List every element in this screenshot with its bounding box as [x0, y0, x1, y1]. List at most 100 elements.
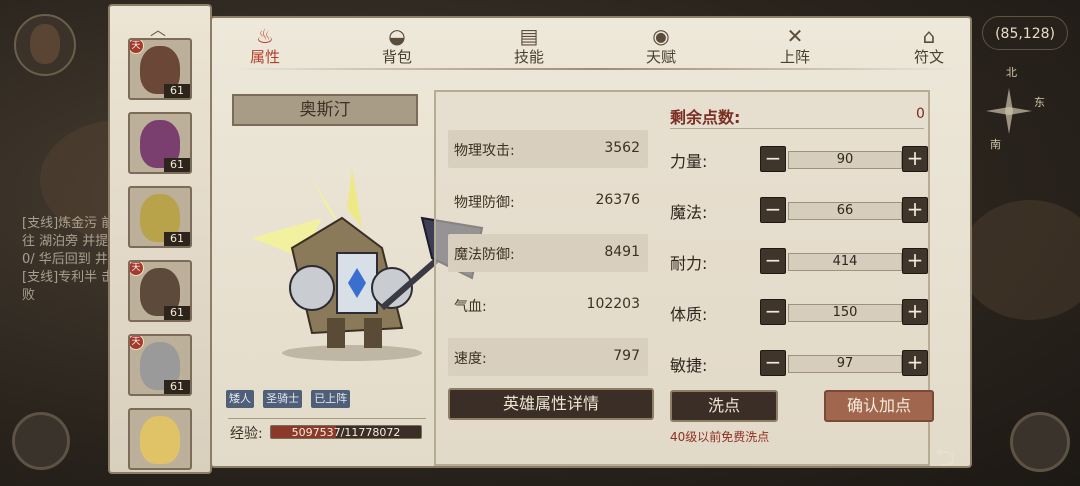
- divider: [670, 128, 924, 129]
- attribute-row: 力量: −90 +: [670, 144, 928, 174]
- hero-card[interactable]: 天 61: [128, 38, 192, 100]
- plus-button[interactable]: +: [902, 350, 928, 376]
- attribute-value: 66: [788, 202, 902, 220]
- attribute-row: 耐力: −414 +: [670, 246, 928, 276]
- hero-list: ︿ ﹀ 天616161天61天61: [108, 4, 212, 479]
- reset-points-button[interactable]: 洗点: [670, 390, 778, 422]
- stat-value: 797: [613, 348, 640, 364]
- home-button[interactable]: [1010, 412, 1070, 472]
- game-screen: [支线]炼金污 前往 湖泊旁 并提取0/ 华后回到 井 [支线]专利半 击败 (…: [0, 0, 1080, 486]
- scroll-up-icon[interactable]: ︿: [150, 16, 166, 40]
- hero-level: 61: [164, 158, 190, 172]
- stat-name: 气血:: [454, 299, 487, 315]
- remaining-points-label: 剩余点数:: [670, 108, 741, 127]
- stats-panel: 物理攻击: 3562 物理防御: 26376 魔法防御: 8491 气血: 102203 速度:…: [434, 90, 934, 466]
- minus-button[interactable]: −: [760, 197, 786, 223]
- tab-2[interactable]: ◒ 背包: [362, 22, 432, 72]
- stat-value: 26376: [595, 192, 640, 208]
- stat-name: 魔法防御:: [454, 247, 515, 263]
- hero-badge: 天: [130, 262, 144, 276]
- plus-button[interactable]: +: [902, 146, 928, 172]
- tab-bar: ♨ 属性 ◒ 背包 ▤ 技能 ◉ 天赋 ✕ 上阵 ⌂ 符文: [230, 22, 950, 72]
- map-button[interactable]: [12, 412, 70, 470]
- stat-row: 气血: 102203: [448, 286, 648, 324]
- flame-icon: ♨: [256, 24, 274, 48]
- tab-label: 符文: [913, 48, 944, 66]
- rune-icon: ⌂: [922, 24, 936, 48]
- attribute-value: 97: [788, 355, 902, 373]
- stat-row: 物理防御: 26376: [448, 182, 648, 220]
- stat-name: 物理攻击:: [454, 143, 515, 159]
- plus-button[interactable]: +: [902, 197, 928, 223]
- attribute-row: 敏捷: −97 +: [670, 348, 928, 378]
- tag-race: 矮人: [226, 390, 254, 408]
- tab-label: 属性: [249, 48, 280, 66]
- minus-button[interactable]: −: [760, 350, 786, 376]
- attribute-name: 耐力:: [670, 254, 708, 273]
- swords-icon: ✕: [786, 24, 804, 48]
- exp-row: 经验: 5097537/11778072: [228, 418, 426, 442]
- stat-value: 102203: [586, 296, 640, 312]
- minus-button[interactable]: −: [760, 299, 786, 325]
- hero-face: [140, 416, 180, 464]
- compass: 北 东 南: [972, 66, 1052, 170]
- minus-button[interactable]: −: [760, 248, 786, 274]
- stat-row: 速度: 797: [448, 338, 648, 376]
- hero-level: 61: [164, 306, 190, 320]
- plus-button[interactable]: +: [902, 299, 928, 325]
- stat-value: 3562: [604, 140, 640, 156]
- hero-card[interactable]: 天 61: [128, 260, 192, 322]
- hero-level: 61: [164, 380, 190, 394]
- coordinate-readout: (85,128): [982, 16, 1068, 50]
- hero-card[interactable]: [128, 408, 192, 470]
- book-icon: ▤: [519, 24, 539, 48]
- exp-label: 经验:: [230, 426, 263, 442]
- stat-row: 物理攻击: 3562: [448, 130, 648, 168]
- hero-tags: 矮人 圣骑士 已上阵: [226, 387, 354, 408]
- plus-button[interactable]: +: [902, 248, 928, 274]
- stat-row: 魔法防御: 8491: [448, 234, 648, 272]
- compass-north: 北: [1006, 66, 1017, 79]
- tab-label: 技能: [513, 48, 544, 66]
- remaining-points-value: 0: [916, 106, 925, 122]
- minus-button[interactable]: −: [760, 146, 786, 172]
- hero-card[interactable]: 61: [128, 186, 192, 248]
- attribute-name: 敏捷:: [670, 356, 708, 375]
- hero-level: 61: [164, 84, 190, 98]
- hero-detail-button[interactable]: 英雄属性详情: [448, 388, 654, 420]
- compass-east: 东: [1034, 96, 1045, 109]
- tab-3[interactable]: ▤ 技能: [494, 22, 564, 72]
- attribute-value: 150: [788, 304, 902, 322]
- attribute-name: 体质:: [670, 305, 708, 324]
- tab-5[interactable]: ✕ 上阵: [760, 22, 830, 72]
- attribute-row: 体质: −150 +: [670, 297, 928, 327]
- hero-panel: ♨ 属性 ◒ 背包 ▤ 技能 ◉ 天赋 ✕ 上阵 ⌂ 符文 奥斯汀 矮人 圣骑士 已上阵: [210, 16, 972, 468]
- tab-label: 天赋: [645, 48, 676, 66]
- stat-name: 速度:: [454, 351, 487, 367]
- confirm-points-button[interactable]: 确认加点: [824, 390, 934, 422]
- tab-label: 上阵: [779, 48, 810, 66]
- player-avatar[interactable]: [14, 14, 76, 76]
- hero-badge: 天: [130, 336, 144, 350]
- hero-name: 奥斯汀: [232, 94, 418, 126]
- attribute-name: 力量:: [670, 152, 708, 171]
- tab-1[interactable]: ♨ 属性: [230, 22, 300, 72]
- eye-icon: ◉: [652, 24, 670, 48]
- attribute-value: 414: [788, 253, 902, 271]
- hero-badge: 天: [130, 40, 144, 54]
- quest-tracker[interactable]: [支线]炼金污 前往 湖泊旁 并提取0/ 华后回到 井 [支线]专利半 击败: [22, 215, 122, 305]
- exp-bar: 5097537/11778072: [270, 425, 422, 439]
- hero-card[interactable]: 天 61: [128, 334, 192, 396]
- attribute-name: 魔法:: [670, 203, 708, 222]
- tab-6[interactable]: ⌂ 符文: [894, 22, 964, 72]
- exp-value: 5097537/11778072: [291, 426, 401, 439]
- hero-level: 61: [164, 232, 190, 246]
- attribute-row: 魔法: −66 +: [670, 195, 928, 225]
- hero-card[interactable]: 61: [128, 112, 192, 174]
- stat-name: 物理防御:: [454, 195, 515, 211]
- stat-value: 8491: [604, 244, 640, 260]
- reset-note: 40级以前免费洗点: [670, 430, 770, 444]
- tab-label: 背包: [381, 48, 412, 66]
- return-button[interactable]: ⮌: [920, 438, 970, 478]
- tab-4[interactable]: ◉ 天赋: [626, 22, 696, 72]
